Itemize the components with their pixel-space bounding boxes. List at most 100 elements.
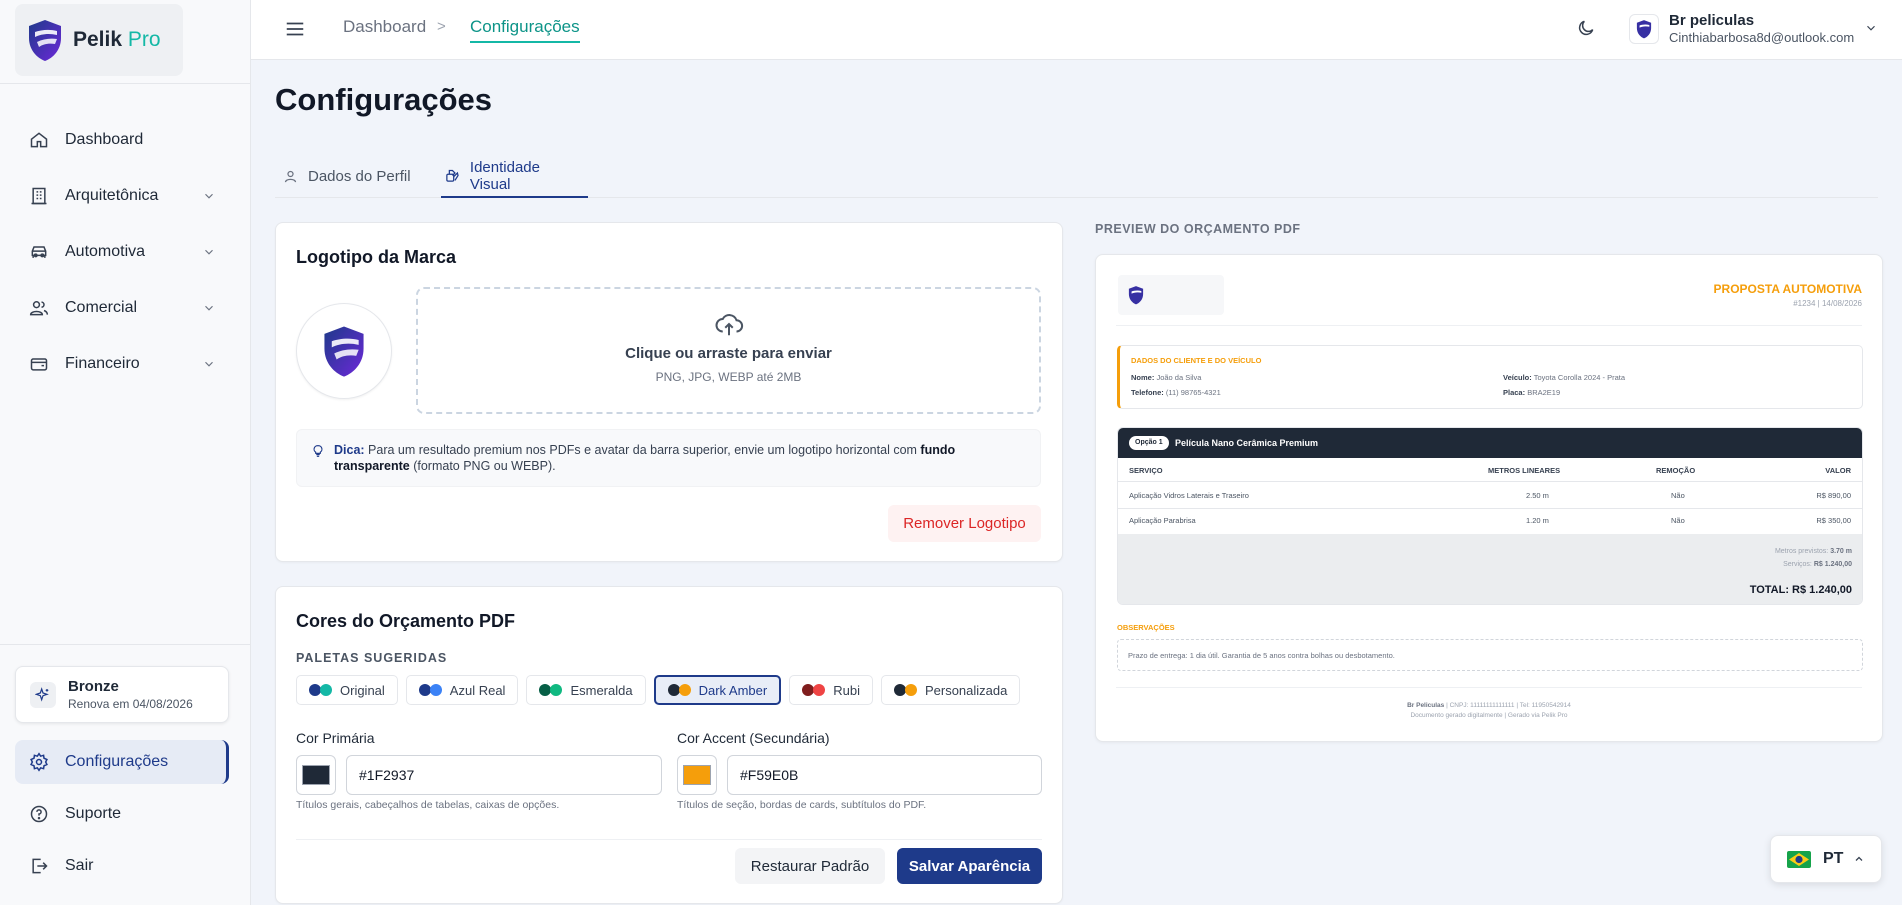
palettes-list: Original Azul Real Esmeralda Dark Amber Rubi… [296, 675, 1028, 705]
accent-color-hint: Títulos de seção, bordas de cards, subtí… [677, 799, 927, 811]
chevron-down-icon [205, 249, 213, 255]
sidebar-item-label: Dashboard [65, 131, 144, 148]
chevron-down-icon[interactable] [1864, 21, 1878, 35]
client-section-title: DADOS DO CLIENTE E DO VEÍCULO [1131, 356, 1262, 365]
divider [1116, 687, 1862, 688]
sidebar-item-configuracoes[interactable]: Configurações [15, 740, 229, 784]
sidebar-item-sair[interactable]: Sair [15, 844, 229, 888]
divider [296, 839, 1042, 840]
tab-identidade-visual[interactable]: Identidade Visual [441, 155, 588, 198]
chevron-down-icon [205, 305, 213, 311]
field-value: BRA2E19 [1527, 388, 1561, 397]
building-icon [31, 187, 47, 205]
option-header: Opção 1 Película Nano Cerâmica Premium [1118, 428, 1862, 458]
plan-title: Bronze [68, 678, 119, 695]
pdf-subtitle: #1234 | 14/08/2026 [1793, 299, 1862, 308]
field-value: Toyota Corolla 2024 - Prata [1533, 373, 1626, 382]
palette-chip[interactable]: Original [296, 675, 398, 705]
tip-text: Para um resultado premium nos PDFs e ava… [364, 443, 921, 457]
sidebar-item-label: Sair [65, 857, 94, 874]
table-cell: Não [1671, 491, 1685, 500]
table-cell: Aplicação Vidros Laterais e Traseiro [1129, 491, 1249, 500]
users-icon [29, 301, 49, 316]
option-name: Película Nano Cerâmica Premium [1175, 438, 1319, 448]
palette-chip[interactable]: Dark Amber [653, 675, 782, 705]
logo-card: Logotipo da Marca Clique ou arraste para… [275, 222, 1063, 562]
brazil-flag-icon [1787, 850, 1811, 868]
shield-logo-icon [324, 326, 364, 377]
field-label: Serviços: [1783, 561, 1812, 568]
tab-label: Identidade Visual [469, 158, 540, 193]
palette-label: Original [340, 682, 385, 698]
save-appearance-button[interactable]: Salvar Aparência [897, 848, 1042, 884]
sidebar-item-financeiro[interactable]: Financeiro [15, 336, 230, 392]
color-dot [904, 684, 917, 696]
accent-color-input[interactable] [727, 755, 1042, 795]
field-label: Nome: [1131, 373, 1155, 382]
restore-default-button[interactable]: Restaurar Padrão [735, 848, 885, 884]
preview-label: PREVIEW DO ORÇAMENTO PDF [1095, 222, 1301, 236]
shield-logo-icon [1636, 20, 1652, 39]
pdf-option-box: Opção 1 Película Nano Cerâmica Premium S… [1117, 427, 1863, 605]
sidebar-item-comercial[interactable]: Comercial [15, 280, 230, 336]
palette-label: Personalizada [924, 682, 1008, 698]
pdf-preview: PROPOSTA AUTOMOTIVA #1234 | 14/08/2026 D… [1095, 254, 1883, 742]
cloud-upload-icon [715, 314, 743, 336]
primary-color-swatch [302, 765, 330, 785]
primary-color-hint: Títulos gerais, cabeçalhos de tabelas, c… [296, 799, 560, 811]
plan-card[interactable]: Bronze Renova em 04/08/2026 [15, 666, 229, 723]
primary-color-picker[interactable] [296, 755, 336, 795]
palette-chip[interactable]: Esmeralda [526, 675, 646, 705]
palette-dots [893, 684, 917, 696]
palette-chip[interactable]: Azul Real [405, 675, 519, 705]
client-veiculo: Veículo: Toyota Corolla 2024 - Prata [1503, 373, 1625, 382]
palette-dots [418, 684, 442, 696]
breadcrumb-dashboard[interactable]: Dashboard [343, 17, 426, 37]
pdf-title: PROPOSTA AUTOMOTIVA [1713, 282, 1862, 296]
shield-logo-icon [1128, 286, 1144, 305]
moon-icon[interactable] [1576, 18, 1596, 38]
upload-sub-text: PNG, JPG, WEBP até 2MB [655, 370, 802, 384]
palette-dots [802, 684, 826, 696]
sidebar-item-arquitetonica[interactable]: Arquitetônica [15, 168, 230, 224]
brand-logo[interactable]: Pelik Pro [15, 4, 183, 76]
language-selector[interactable]: PT [1770, 835, 1882, 883]
sidebar-item-label: Financeiro [65, 355, 140, 372]
logo-preview [296, 303, 392, 399]
field-value: João da Silva [1156, 373, 1202, 382]
hamburger-menu-icon[interactable] [284, 18, 306, 40]
accent-color-swatch [683, 765, 711, 785]
remove-logo-button[interactable]: Remover Logotipo [888, 505, 1041, 542]
language-code: PT [1823, 850, 1844, 867]
page-title: Configurações [275, 82, 493, 117]
field-value: 3.70 m [1830, 548, 1852, 555]
client-telefone: Telefone: (11) 98765-4321 [1131, 388, 1221, 397]
table-header: METROS LINEARES [1488, 466, 1561, 475]
sidebar-item-dashboard[interactable]: Dashboard [15, 112, 230, 168]
wallet-icon [30, 358, 48, 371]
breadcrumb-current: Configurações [470, 17, 580, 43]
pdf-footer-company: Br Peliculas | CNPJ: 11111111111111 | Te… [1096, 702, 1882, 709]
sidebar-nav: Dashboard Arquitetônica Automotiva Comer… [15, 112, 230, 392]
accent-color-picker[interactable] [677, 755, 717, 795]
palette-label: Azul Real [449, 682, 506, 698]
user-icon [284, 170, 297, 183]
chevron-up-icon [1856, 856, 1863, 861]
user-name[interactable]: Br peliculas [1669, 12, 1754, 29]
sidebar-item-label: Suporte [65, 805, 122, 822]
user-email[interactable]: Cinthiabarbosa8d@outlook.com [1669, 30, 1854, 45]
field-label: Veículo: [1503, 373, 1532, 382]
palette-chip[interactable]: Personalizada [880, 675, 1021, 705]
palette-chip[interactable]: Rubi [789, 675, 873, 705]
sidebar-item-label: Configurações [65, 753, 169, 770]
breadcrumb-separator: > [437, 18, 446, 35]
table-header: SERVIÇO [1129, 466, 1163, 475]
upload-dropzone[interactable]: Clique ou arraste para enviar PNG, JPG, … [416, 287, 1041, 414]
avatar[interactable] [1629, 14, 1659, 44]
tab-dados-do-perfil[interactable]: Dados do Perfil [279, 155, 415, 198]
primary-color-input[interactable] [346, 755, 662, 795]
tip-box: Dica: Para um resultado premium nos PDFs… [296, 429, 1041, 487]
sidebar-item-automotiva[interactable]: Automotiva [15, 224, 230, 280]
field-label: Placa: [1503, 388, 1526, 397]
sidebar-item-suporte[interactable]: Suporte [15, 792, 229, 836]
